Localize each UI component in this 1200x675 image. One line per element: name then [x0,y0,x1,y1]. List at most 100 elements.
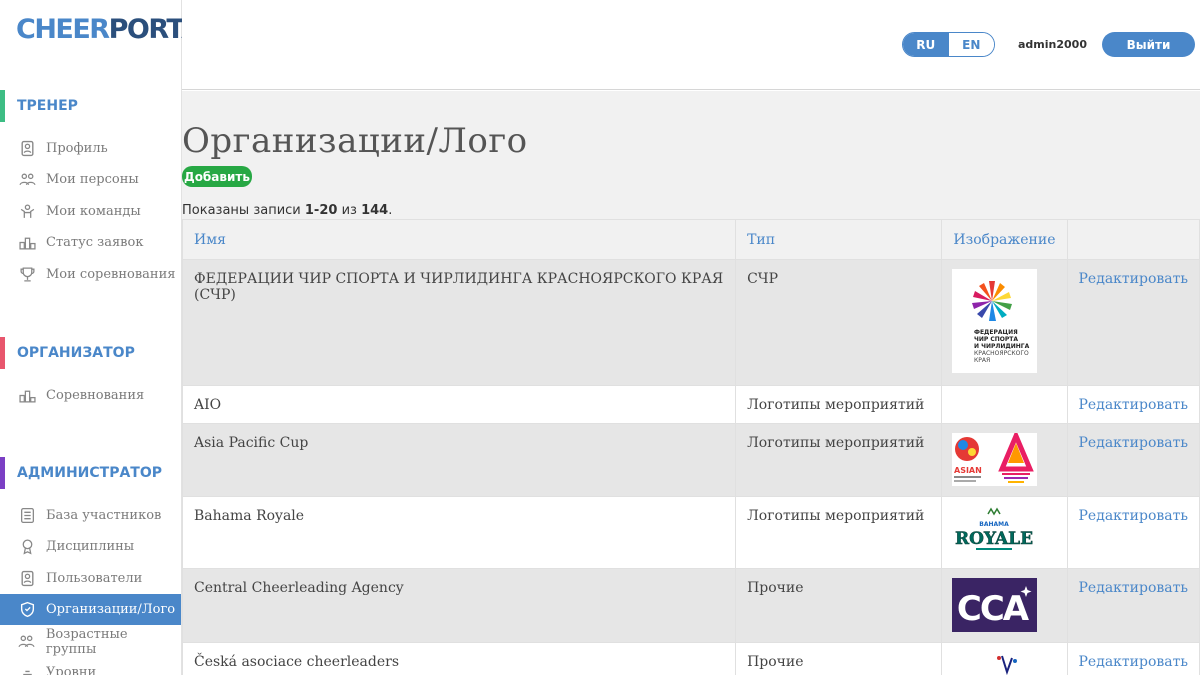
edit-link[interactable]: Редактировать [1079,654,1188,670]
sidebar-item-label: Возрастные группы [45,626,128,657]
sidebar-item-label: Мои персоны [46,172,139,187]
cell-image [941,642,1068,675]
section-trainer-title: ТРЕНЕР [17,98,78,114]
edit-link[interactable]: Редактировать [1079,508,1188,524]
sidebar-item-label: Дисциплины [46,539,135,554]
top-bar: RU EN admin2000 Выйти [182,0,1200,90]
cell-name: Central Cheerleading Agency [182,568,737,643]
cell-type: Прочие [735,568,943,643]
sidebar-item-my-persons[interactable]: Мои персоны [0,164,181,195]
sidebar-item-competitions[interactable]: Соревнования [0,380,181,411]
logout-button[interactable]: Выйти [1102,32,1195,57]
cell-type: СЧР [735,259,943,386]
sidebar-item-levels[interactable]: Уровни [0,657,181,675]
sidebar: CHEERPORTAL ТРЕНЕР Профиль Мои персоны М… [0,0,218,675]
fcs-logo-line: ФЕДЕРАЦИЯ [974,329,1018,336]
sidebar-item-my-competitions[interactable]: Мои соревнования [0,259,181,290]
main-content: Организации/Лого Добавить Показаны запис… [182,91,1200,675]
sidebar-item-label: База участников [46,508,162,523]
cell-type: Логотипы мероприятий [735,385,943,424]
sidebar-item-label: Профиль [46,141,108,156]
shield-icon [18,601,36,619]
sidebar-item-disciplines[interactable]: Дисциплины [0,531,181,562]
table-row: Bahama Royale Логотипы мероприятий BAHAM… [182,496,1200,569]
section-admin-bar [0,457,5,489]
sidebar-item-profile[interactable]: Профиль [0,133,181,164]
cca-logo-text: CCA [957,589,1030,629]
records-summary: Показаны записи 1-20 из 144. [182,203,392,218]
table-row: AIO Логотипы мероприятий Редактировать [182,385,1200,424]
table-row: ФЕДЕРАЦИИ ЧИР СПОРТА И ЧИРЛИДИНГА КРАСНО… [182,259,1200,386]
current-username: admin2000 [1018,38,1087,51]
fcs-logo-line: И ЧИРЛИДИНГА [974,343,1030,350]
sidebar-item-label: Пользователи [46,571,143,586]
summary-suffix: . [388,203,393,218]
users-icon [18,570,36,588]
summary-mid: из [337,203,362,218]
cell-image: BAHAMA ROYALE [941,496,1068,569]
add-button[interactable]: Добавить [182,166,252,187]
sidebar-item-my-teams[interactable]: Мои команды [0,196,181,227]
sidebar-item-label: Уровни [46,665,97,675]
section-admin-title: АДМИНИСТРАТОР [17,465,163,481]
column-header-image[interactable]: Изображение [941,219,1068,260]
podium-icon [18,387,36,405]
levels-icon [18,664,36,675]
sidebar-item-label: Мои соревнования [46,267,176,282]
section-organizer: ОРГАНИЗАТОР [0,337,182,369]
cell-image: ФЕДЕРАЦИЯ ЧИР СПОРТА И ЧИРЛИДИНГА КРАСНО… [941,259,1068,386]
sidebar-item-organizations-logo[interactable]: Организации/Лого [0,594,181,625]
medal-icon [18,538,36,556]
cell-actions: Редактировать [1066,496,1200,569]
edit-link[interactable]: Редактировать [1079,271,1188,287]
column-header-type[interactable]: Тип [735,219,943,260]
age-groups-icon [18,633,36,651]
table-row: Česká asociace cheerleaders Прочие Редак… [182,642,1200,675]
czech-logo [952,652,1038,675]
sidebar-item-label: Мои команды [46,204,141,219]
sidebar-item-label: Статус заявок [46,235,144,250]
lang-en-button[interactable]: EN [948,33,994,56]
edit-link[interactable]: Редактировать [1079,435,1188,451]
fcs-logo-line: КРАСНОЯРСКОГО [974,350,1029,357]
cell-image: CCA [941,568,1068,643]
fcs-logo: ФЕДЕРАЦИЯ ЧИР СПОРТА И ЧИРЛИДИНГА КРАСНО… [952,269,1038,373]
section-trainer-bar [0,90,5,122]
sidebar-item-application-status[interactable]: Статус заявок [0,227,181,258]
bahama-logo: BAHAMA ROYALE [952,506,1038,559]
summary-prefix: Показаны записи [182,203,305,218]
page-title: Организации/Лого [182,121,528,161]
cell-name: Česká asociace cheerleaders [182,642,737,675]
cell-image: ASIAN [941,423,1068,497]
cell-type: Логотипы мероприятий [735,423,943,497]
lang-ru-button[interactable]: RU [903,33,949,56]
cell-actions: Редактировать [1066,642,1200,675]
asia-pacific-logo: ASIAN [952,433,1038,486]
language-switcher: RU EN [902,32,995,57]
table-header-row: Имя Тип Изображение [182,219,1200,260]
summary-range: 1-20 [304,203,338,218]
cca-logo: CCA [952,578,1038,632]
column-header-name[interactable]: Имя [182,219,737,260]
cell-image [941,385,1068,424]
teams-icon [18,203,36,221]
cell-name: AIO [182,385,737,424]
logo-part-cheer: CHEER [16,14,110,45]
database-icon [18,507,36,525]
table-row: Asia Pacific Cup Логотипы мероприятий AS… [182,423,1200,497]
edit-link[interactable]: Редактировать [1079,580,1188,596]
section-organizer-title: ОРГАНИЗАТОР [17,345,135,361]
cell-name: Asia Pacific Cup [182,423,737,497]
section-organizer-bar [0,337,5,369]
cell-name: Bahama Royale [182,496,737,569]
asian-logo-text: ASIAN [954,466,982,475]
bahama-logo-top: BAHAMA [980,521,1010,528]
sidebar-item-age-groups[interactable]: Возрастные группы [0,626,181,657]
cell-name: ФЕДЕРАЦИИ ЧИР СПОРТА И ЧИРЛИДИНГА КРАСНО… [182,259,737,386]
sidebar-item-participants-db[interactable]: База участников [0,500,181,531]
edit-link[interactable]: Редактировать [1079,397,1188,413]
sidebar-item-label: Соревнования [46,388,145,403]
fcs-logo-line: ЧИР СПОРТА [974,336,1018,343]
cell-type: Прочие [735,642,943,675]
sidebar-item-users[interactable]: Пользователи [0,563,181,594]
